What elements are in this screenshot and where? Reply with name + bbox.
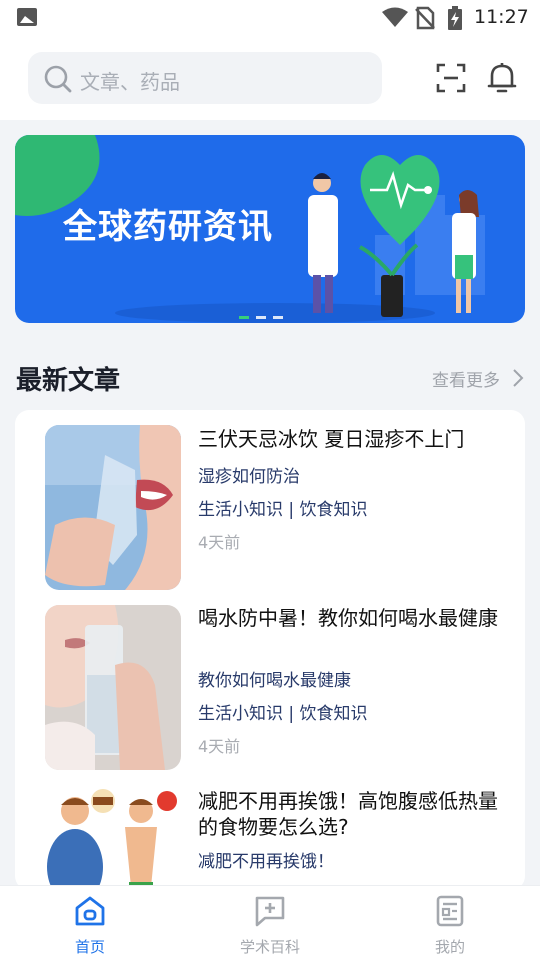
article-item[interactable]: 减肥不用再挨饿！高饱腹感低热量的食物要怎么选? 减肥不用再挨饿！ 生活小知识 |… bbox=[15, 772, 525, 890]
article-item[interactable]: 三伏天忌冰饮 夏日湿疹不上门 湿疹如何防治 生活小知识 | 饮食知识 4天前 bbox=[15, 410, 525, 590]
article-title: 三伏天忌冰饮 夏日湿疹不上门 bbox=[198, 427, 465, 451]
article-time: 4天前 bbox=[198, 533, 241, 552]
article-thumbnail-diet bbox=[45, 787, 181, 890]
bell-icon[interactable] bbox=[487, 62, 517, 94]
top-header: 文章、药品 bbox=[0, 36, 540, 120]
promo-banner[interactable]: 全球药研资讯 bbox=[15, 135, 525, 323]
article-item[interactable]: 喝水防中暑！教你如何喝水最健康 教你如何喝水最健康 生活小知识 | 饮食知识 4… bbox=[15, 590, 525, 770]
battery-charging-icon bbox=[448, 6, 462, 30]
article-thumbnail-ice bbox=[45, 425, 181, 590]
article-title: 喝水防中暑！教你如何喝水最健康 bbox=[198, 606, 498, 630]
search-icon bbox=[44, 65, 72, 93]
carousel-dot-2 bbox=[256, 316, 266, 319]
article-title: 减肥不用再挨饿！高饱腹感低热量的食物要怎么选? bbox=[198, 789, 498, 839]
article-subtitle: 教你如何喝水最健康 bbox=[198, 671, 351, 691]
status-bar: 11:27 bbox=[0, 0, 540, 36]
tab-academic-label: 学术百科 bbox=[239, 938, 300, 956]
banner-title: 全球药研资讯 bbox=[63, 207, 273, 247]
article-subtitle: 减肥不用再挨饿！ bbox=[198, 852, 334, 872]
chevron-right-icon[interactable] bbox=[512, 368, 524, 388]
carousel-indicator bbox=[239, 304, 290, 323]
profile-doc-icon bbox=[436, 895, 464, 927]
view-more-link[interactable]: 查看更多 bbox=[432, 366, 500, 391]
section-title-latest: 最新文章 bbox=[16, 366, 121, 396]
gallery-notification-icon bbox=[17, 8, 37, 26]
scan-icon[interactable] bbox=[436, 63, 466, 93]
carousel-dot-1 bbox=[239, 316, 249, 319]
article-thumbnail-water bbox=[45, 605, 181, 770]
article-list: 三伏天忌冰饮 夏日湿疹不上门 湿疹如何防治 生活小知识 | 饮食知识 4天前 喝… bbox=[15, 410, 525, 890]
clock: 11:27 bbox=[474, 6, 529, 28]
tab-home-label: 首页 bbox=[74, 938, 105, 956]
message-plus-icon bbox=[255, 896, 285, 927]
search-placeholder: 文章、药品 bbox=[80, 70, 180, 94]
tab-home[interactable]: 首页 bbox=[0, 886, 180, 960]
carousel-dot-3 bbox=[273, 316, 283, 319]
tab-mine-label: 我的 bbox=[434, 938, 465, 956]
article-time: 4天前 bbox=[198, 737, 241, 756]
no-sim-icon bbox=[415, 6, 435, 30]
article-subtitle: 湿疹如何防治 bbox=[198, 467, 300, 487]
search-bar[interactable]: 文章、药品 bbox=[28, 52, 382, 104]
article-tags: 生活小知识 | 饮食知识 bbox=[198, 500, 368, 520]
home-icon bbox=[75, 896, 105, 926]
bottom-tab-bar: 首页 学术百科 我的 bbox=[0, 885, 540, 960]
article-tags: 生活小知识 | 饮食知识 bbox=[198, 704, 368, 724]
tab-academic[interactable]: 学术百科 bbox=[180, 886, 360, 960]
wifi-icon bbox=[382, 7, 408, 27]
tab-mine[interactable]: 我的 bbox=[360, 886, 540, 960]
